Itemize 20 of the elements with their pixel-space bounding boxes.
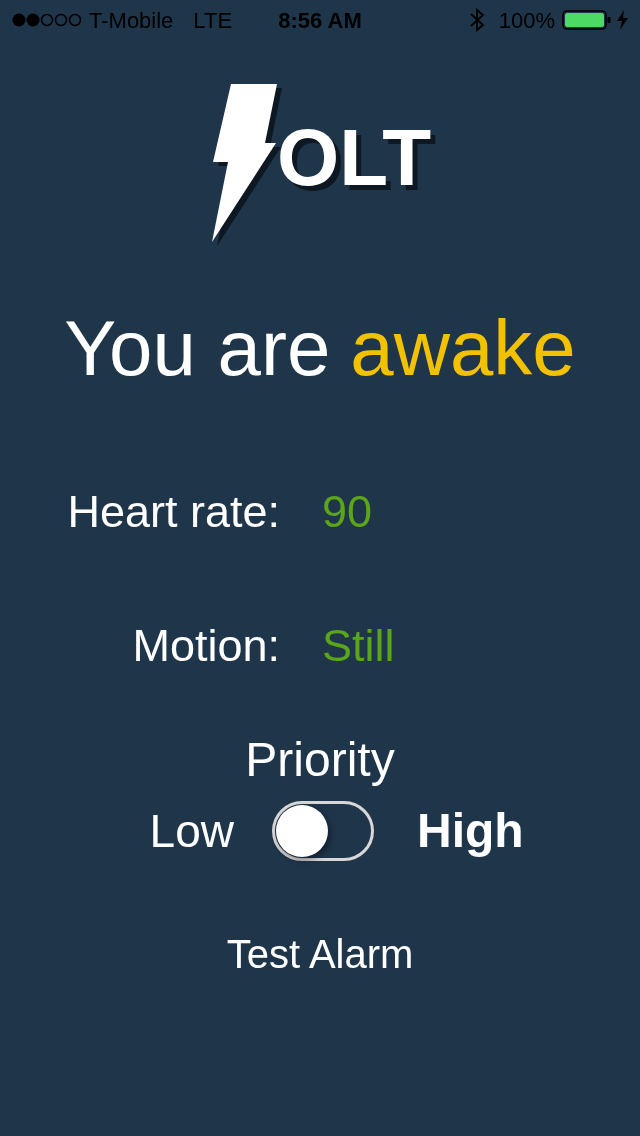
charging-bolt-icon [617, 10, 628, 30]
status-heading: You are awake [63, 309, 577, 387]
priority-title: Priority [245, 733, 395, 787]
priority-toggle[interactable] [272, 801, 374, 861]
high-priority-label: High [417, 807, 525, 855]
logo-text: OLT [277, 117, 431, 198]
bluetooth-icon [468, 8, 485, 32]
reading-label: Heart rate: [66, 488, 280, 534]
reading-value: Still [322, 622, 395, 668]
battery-percent: 100% [498, 6, 555, 35]
battery-icon [562, 10, 612, 30]
test-alarm-button[interactable]: Test Alarm [226, 931, 414, 977]
carrier-name: T-Mobile [89, 6, 174, 35]
reading-value: 90 [322, 488, 373, 534]
low-priority-label: Low [148, 808, 234, 854]
signal-strength-icon [12, 13, 82, 27]
toggle-thumb-icon [276, 805, 328, 857]
reading-label: Motion: [131, 622, 280, 668]
network-type: LTE [193, 6, 233, 35]
clock-time: 8:56 AM [278, 6, 362, 35]
